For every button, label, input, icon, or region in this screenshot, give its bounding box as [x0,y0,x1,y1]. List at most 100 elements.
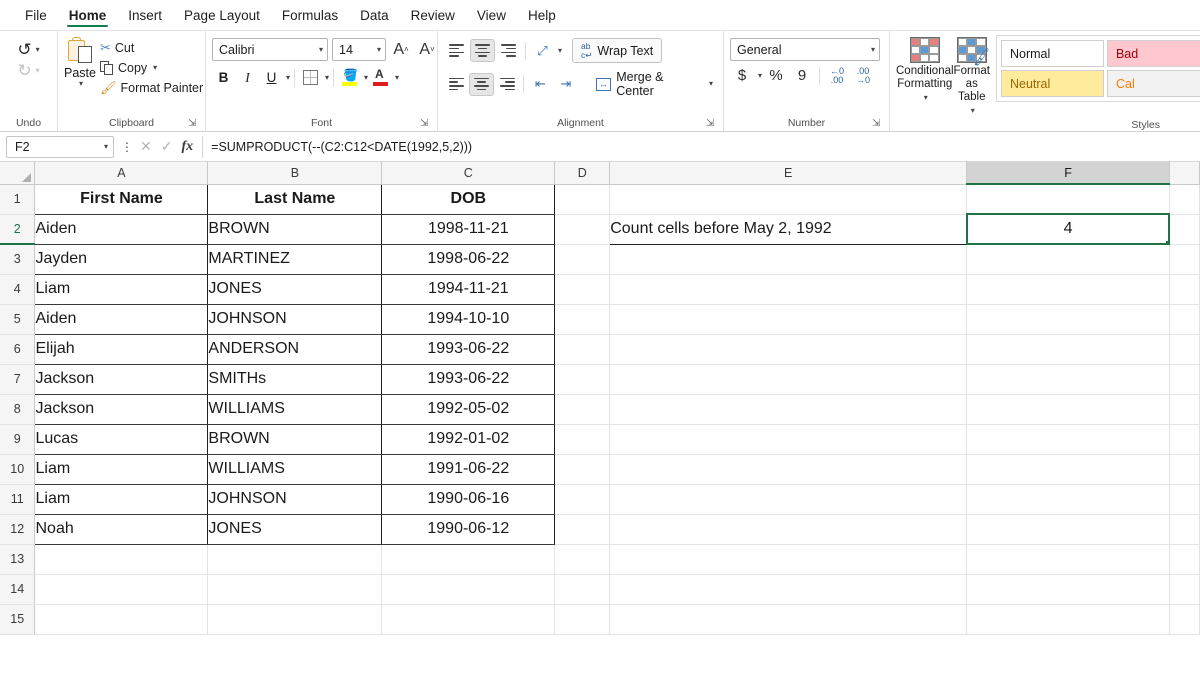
cell-style-bad[interactable]: Bad [1106,40,1200,67]
row-header-4[interactable]: 4 [0,274,36,305]
cell-g12[interactable] [1169,514,1200,545]
cell-d11[interactable] [554,484,611,515]
cell-g7[interactable] [1169,364,1200,395]
percent-format-button[interactable]: % [764,64,788,87]
fill-handle[interactable] [1165,240,1168,242]
comma-format-button[interactable]: 9 [790,64,814,87]
cancel-x-icon[interactable]: ✕ [140,138,152,155]
italic-button[interactable]: I [236,66,259,89]
chevron-down-icon[interactable]: ▾ [364,73,368,82]
cell-b1[interactable]: Last Name [207,183,383,215]
align-right-button[interactable] [495,73,519,96]
orientation-button[interactable]: ⤢ [530,39,555,62]
cell-g10[interactable] [1169,454,1200,485]
cell-style-normal[interactable]: Normal [1000,40,1104,67]
tab-page-layout[interactable]: Page Layout [173,0,271,30]
cell-d9[interactable] [554,424,611,455]
cell-a1[interactable]: First Name [34,183,209,215]
cell-e14[interactable] [609,574,968,605]
cell-f6[interactable] [966,334,1170,365]
cell-c13[interactable] [381,544,556,575]
cell-f15[interactable] [966,604,1170,635]
cell-style-neutral[interactable]: Neutral [1000,70,1104,97]
cell-a4[interactable]: Liam [34,274,209,305]
cell-a10[interactable]: Liam [34,454,209,485]
cell-b10[interactable]: WILLIAMS [207,454,383,485]
cell-b11[interactable]: JOHNSON [207,484,383,515]
tab-formulas[interactable]: Formulas [271,0,349,30]
decrease-indent-button[interactable]: ⇤ [528,73,552,96]
cell-e11[interactable] [609,484,968,515]
cell-b14[interactable] [207,574,383,605]
row-header-6[interactable]: 6 [0,334,36,365]
cell-e15[interactable] [609,604,968,635]
tab-review[interactable]: Review [400,0,466,30]
align-bottom-button[interactable] [496,39,521,62]
row-header-5[interactable]: 5 [0,304,36,335]
tab-file[interactable]: File [14,0,58,30]
conditional-formatting-button[interactable]: Conditional Formatting ▾ [896,35,954,104]
chevron-down-icon[interactable]: ▾ [153,64,157,72]
cell-b13[interactable] [207,544,383,575]
cell-f10[interactable] [966,454,1170,485]
font-dialog-launcher-icon[interactable]: ⇲ [420,118,432,130]
chevron-down-icon[interactable]: ▾ [79,80,83,88]
bold-button[interactable]: B [212,66,235,89]
cell-b5[interactable]: JOHNSON [207,304,383,335]
tab-insert[interactable]: Insert [117,0,173,30]
undo-button[interactable]: ↺ ▾ [17,39,39,60]
cell-g2[interactable] [1169,214,1200,245]
cell-a14[interactable] [34,574,209,605]
cut-button[interactable]: ✂ Cut [96,38,207,58]
cell-c11[interactable]: 1990-06-16 [381,484,556,515]
fill-color-button[interactable]: 🪣 [338,66,361,89]
cell-e4[interactable] [609,274,968,305]
chevron-down-icon[interactable]: ▾ [758,71,762,80]
merge-and-center-button[interactable]: Merge & Center ▾ [592,68,717,100]
column-header-c[interactable]: C [381,162,556,185]
row-header-14[interactable]: 14 [0,574,36,605]
column-header-e[interactable]: E [609,162,968,185]
cell-c15[interactable] [381,604,556,635]
cell-g4[interactable] [1169,274,1200,305]
cell-a12[interactable]: Noah [34,514,209,545]
cell-c4[interactable]: 1994-11-21 [381,274,556,305]
cell-a7[interactable]: Jackson [34,364,209,395]
tab-help[interactable]: Help [517,0,567,30]
align-left-button[interactable] [444,73,468,96]
row-header-3[interactable]: 3 [0,244,36,275]
cell-e8[interactable] [609,394,968,425]
cell-f11[interactable] [966,484,1170,515]
column-header-b[interactable]: B [207,162,383,185]
row-header-10[interactable]: 10 [0,454,36,485]
row-header-7[interactable]: 7 [0,364,36,395]
cell-e12[interactable] [609,514,968,545]
cell-e1[interactable] [609,184,968,215]
cell-c8[interactable]: 1992-05-02 [381,394,556,425]
copy-button[interactable]: Copy ▾ [96,59,207,77]
chevron-down-icon[interactable]: ▾ [558,46,562,55]
cell-a6[interactable]: Elijah [34,334,209,365]
font-size-select[interactable]: 14 ▾ [332,38,386,61]
cell-e10[interactable] [609,454,968,485]
cell-e13[interactable] [609,544,968,575]
cell-g14[interactable] [1169,574,1200,605]
cell-f13[interactable] [966,544,1170,575]
cell-c3[interactable]: 1998-06-22 [381,244,556,275]
cell-d2[interactable] [554,214,611,245]
cell-e2[interactable]: Count cells before May 2, 1992 [609,213,968,245]
cell-b3[interactable]: MARTINEZ [207,244,383,275]
name-box[interactable]: F2 ▾ [6,135,114,158]
cell-e7[interactable] [609,364,968,395]
number-dialog-launcher-icon[interactable]: ⇲ [872,118,884,130]
cell-g8[interactable] [1169,394,1200,425]
cell-style-calculation[interactable]: Cal [1106,70,1200,97]
chevron-down-icon[interactable]: ▾ [924,94,928,102]
cell-b7[interactable]: SMITHs [207,364,383,395]
chevron-down-icon[interactable]: ▾ [36,45,40,54]
row-header-11[interactable]: 11 [0,484,36,515]
row-header-15[interactable]: 15 [0,604,36,635]
chevron-down-icon[interactable]: ▾ [36,66,40,75]
wrap-text-button[interactable]: ab c↵ Wrap Text [572,38,663,63]
column-header-d[interactable]: D [554,162,611,185]
